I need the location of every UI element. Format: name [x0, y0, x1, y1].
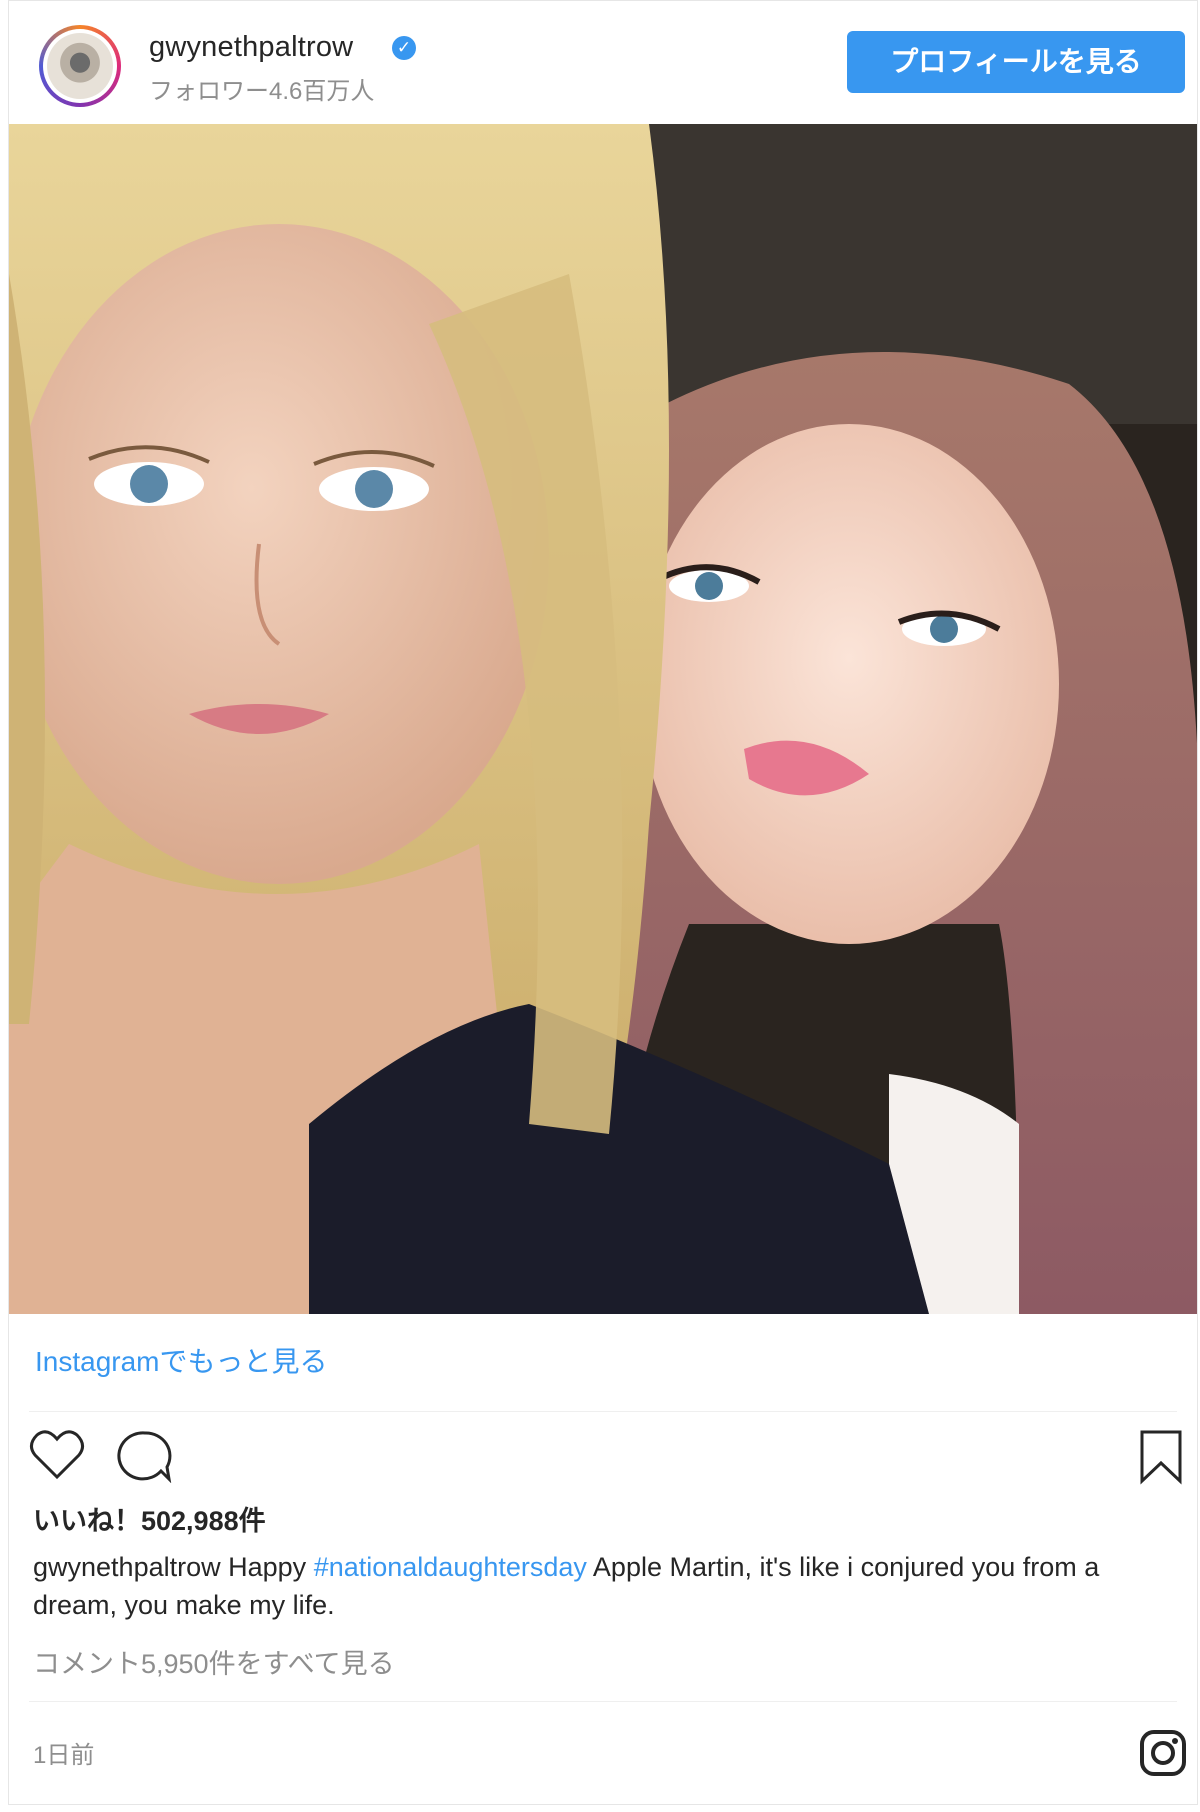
post-caption: gwynethpaltrow Happy #nationaldaughtersd…: [33, 1548, 1173, 1624]
caption-text-before: Happy: [228, 1552, 307, 1582]
view-profile-button[interactable]: プロフィールを見る: [847, 31, 1185, 93]
view-more-on-instagram-link[interactable]: Instagramでもっと見る: [35, 1340, 328, 1380]
post-timestamp: 1日前: [33, 1742, 95, 1769]
bookmark-icon[interactable]: [1139, 1429, 1183, 1485]
comment-icon[interactable]: [117, 1429, 173, 1483]
hashtag-link[interactable]: #nationaldaughtersday: [314, 1552, 587, 1582]
post-header: gwynethpaltrow ✓ フォロワー4.6百万人 プロフィールを見る: [9, 1, 1197, 124]
post-photo[interactable]: [9, 124, 1197, 1314]
instagram-embed-card: gwynethpaltrow ✓ フォロワー4.6百万人 プロフィールを見る I…: [8, 0, 1198, 1805]
heart-icon[interactable]: [29, 1429, 85, 1481]
selfie-illustration: [9, 124, 1197, 1314]
divider: [29, 1411, 1177, 1412]
instagram-logo-icon[interactable]: [1139, 1729, 1187, 1777]
follower-count: フォロワー4.6百万人: [149, 78, 375, 105]
header-username[interactable]: gwynethpaltrow: [149, 31, 353, 64]
like-count[interactable]: いいね！502,988件: [33, 1499, 266, 1538]
view-all-comments-link[interactable]: コメント5,950件をすべて見る: [33, 1642, 395, 1681]
verified-badge-icon: ✓: [392, 36, 416, 60]
caption-username[interactable]: gwynethpaltrow: [33, 1552, 221, 1582]
divider: [29, 1701, 1177, 1702]
avatar[interactable]: [39, 25, 121, 107]
